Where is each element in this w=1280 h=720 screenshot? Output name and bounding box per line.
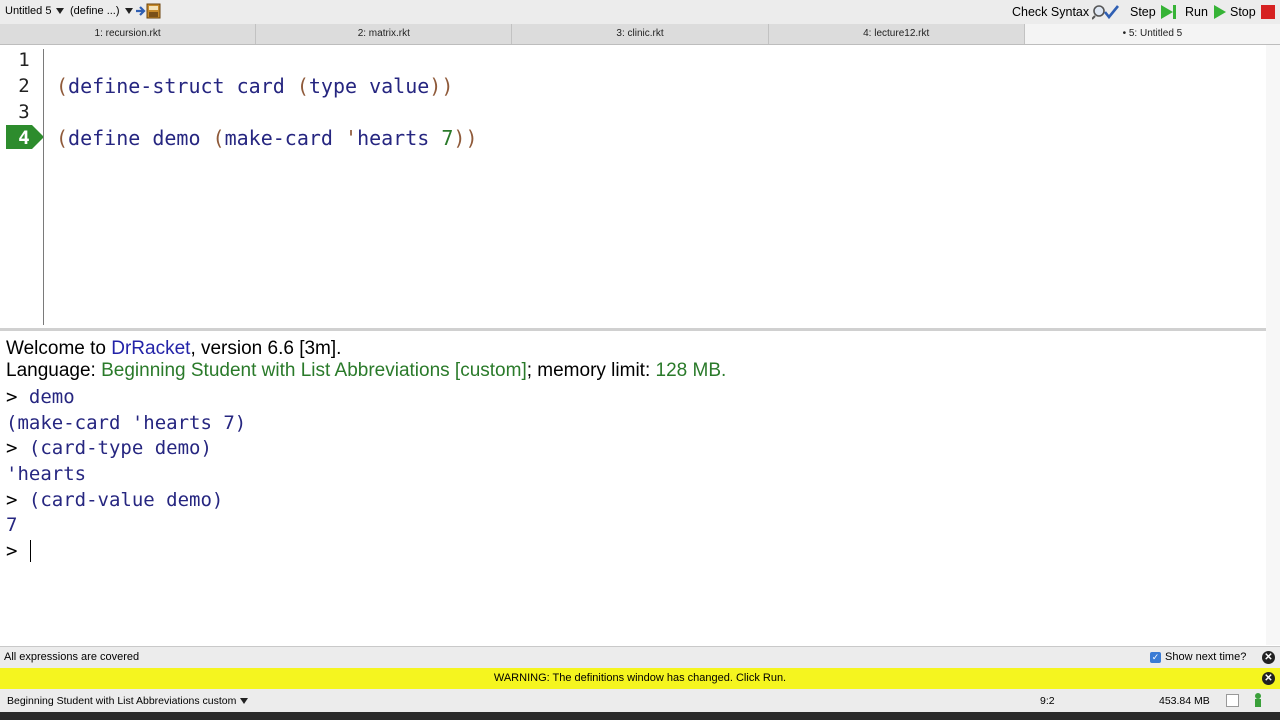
definitions-window[interactable]: 1 2 3 4 (define-struct card (type value)…: [0, 45, 1280, 328]
language-name: Beginning Student with List Abbreviation…: [101, 360, 527, 381]
define-menu-label: (define ...): [70, 5, 120, 17]
line-number: 1: [18, 49, 30, 71]
coverage-status: All expressions are covered: [4, 651, 140, 663]
welcome-prefix: Welcome to: [6, 338, 112, 359]
step-icon: [1160, 5, 1176, 19]
code-call: make-card: [224, 126, 346, 150]
repl-output: (make-card 'hearts 7): [6, 412, 247, 434]
interactions-window[interactable]: Welcome to DrRacket, version 6.6 [3m]. L…: [0, 332, 1266, 645]
chevron-down-icon: [124, 8, 133, 14]
language-menu-label: Beginning Student with List Abbreviation…: [7, 695, 237, 707]
memory-prefix: ; memory limit:: [526, 360, 656, 381]
language-line: Language: Beginning Student with List Ab…: [6, 360, 726, 382]
paren: )): [429, 74, 454, 98]
code-symbol: hearts: [357, 126, 430, 150]
welcome-line: Welcome to DrRacket, version 6.6 [3m].: [6, 338, 341, 360]
file-menu[interactable]: Untitled 5: [5, 5, 65, 17]
save-icon: [136, 3, 161, 19]
repl-input: > (card-value demo): [6, 489, 223, 511]
cursor-position: 9:2: [1040, 695, 1055, 707]
language-menu[interactable]: Beginning Student with List Abbreviation…: [7, 695, 249, 707]
tab-matrix[interactable]: 2: matrix.rkt: [256, 24, 513, 44]
warning-message: WARNING: The definitions window has chan…: [493, 672, 787, 684]
coverage-bar: All expressions are covered ✓ Show next t…: [0, 646, 1280, 669]
prompt: >: [6, 540, 18, 562]
code-fields: type value: [308, 74, 430, 98]
check-syntax-button[interactable]: Check Syntax: [1012, 4, 1120, 20]
pane-divider[interactable]: [0, 328, 1266, 331]
repl-input: > demo: [6, 386, 75, 408]
file-menu-label: Untitled 5: [5, 5, 52, 17]
prompt: >: [6, 386, 18, 408]
repl-input-text: (card-value demo): [17, 489, 224, 511]
status-bar: Beginning Student with List Abbreviation…: [0, 689, 1280, 712]
paren: (: [212, 126, 225, 150]
memory-limit: 128 MB: [655, 360, 721, 381]
dock: [0, 712, 1280, 720]
show-next-time-label: Show next time?: [1165, 651, 1247, 663]
paren: (: [56, 74, 69, 98]
paren: )): [453, 126, 478, 150]
run-button[interactable]: Run: [1185, 4, 1227, 20]
stop-icon: [1260, 5, 1275, 19]
define-menu[interactable]: (define ...): [70, 5, 133, 17]
language-prefix: Language:: [6, 360, 102, 381]
gc-indicator: [1226, 694, 1239, 707]
code-line-2[interactable]: (define-struct card (type value)): [56, 74, 453, 98]
check-syntax-label: Check Syntax: [1012, 5, 1090, 19]
quote-mark: ': [345, 126, 358, 150]
step-label: Step: [1130, 5, 1156, 19]
recycle-icon: [1255, 693, 1261, 707]
code-keyword: define demo: [68, 126, 213, 150]
repl-prompt-current[interactable]: >: [6, 540, 17, 562]
gutter-divider: [43, 49, 44, 325]
save-button[interactable]: [134, 3, 162, 19]
chevron-down-icon: [56, 8, 65, 14]
checkmark-icon: ✓: [1150, 651, 1161, 663]
run-label: Run: [1185, 5, 1208, 19]
magnifier-check-icon: [1092, 5, 1120, 20]
tab-clinic[interactable]: 3: clinic.rkt: [512, 24, 769, 44]
drracket-link[interactable]: DrRacket: [111, 338, 190, 359]
show-next-time-checkbox[interactable]: ✓ Show next time?: [1150, 651, 1246, 663]
toolbar: Untitled 5 (define ...) Check Syntax Ste…: [0, 0, 1280, 24]
stop-label: Stop: [1230, 5, 1256, 19]
prompt: >: [6, 489, 18, 511]
close-icon[interactable]: ✕: [1262, 651, 1275, 664]
step-button[interactable]: Step: [1130, 4, 1177, 20]
repl-input-text: (card-type demo): [17, 437, 212, 459]
prompt: >: [6, 437, 18, 459]
tab-lecture12[interactable]: 4: lecture12.rkt: [769, 24, 1025, 44]
paren: (: [56, 126, 69, 150]
text-cursor: [30, 540, 31, 562]
repl-input-text: demo: [17, 386, 75, 408]
repl-input: > (card-type demo): [6, 437, 212, 459]
welcome-suffix: , version 6.6 [3m].: [190, 338, 342, 359]
code-line-4[interactable]: (define demo (make-card 'hearts 7)): [56, 126, 478, 150]
repl-output: 7: [6, 514, 18, 536]
line-number: 2: [18, 75, 30, 97]
memory-suffix: .: [721, 360, 727, 381]
vertical-scrollbar[interactable]: [1266, 45, 1280, 645]
warning-bar: WARNING: The definitions window has chan…: [0, 668, 1280, 689]
current-line-number: 4: [18, 127, 30, 149]
close-icon[interactable]: ✕: [1262, 672, 1275, 685]
tab-bar: 1: recursion.rkt 2: matrix.rkt 3: clinic…: [0, 24, 1280, 45]
memory-usage[interactable]: 453.84 MB: [1159, 695, 1210, 707]
paren: (: [296, 74, 309, 98]
stop-button[interactable]: Stop: [1230, 4, 1275, 20]
tab-untitled-5[interactable]: • 5: Untitled 5: [1024, 24, 1280, 44]
chevron-down-icon: [240, 698, 249, 704]
code-keyword: define-struct card: [68, 74, 297, 98]
tab-recursion[interactable]: 1: recursion.rkt: [0, 24, 257, 44]
code-number: 7: [441, 126, 454, 150]
line-number: 3: [18, 101, 30, 123]
run-icon: [1213, 5, 1226, 19]
repl-output: 'hearts: [6, 463, 87, 485]
